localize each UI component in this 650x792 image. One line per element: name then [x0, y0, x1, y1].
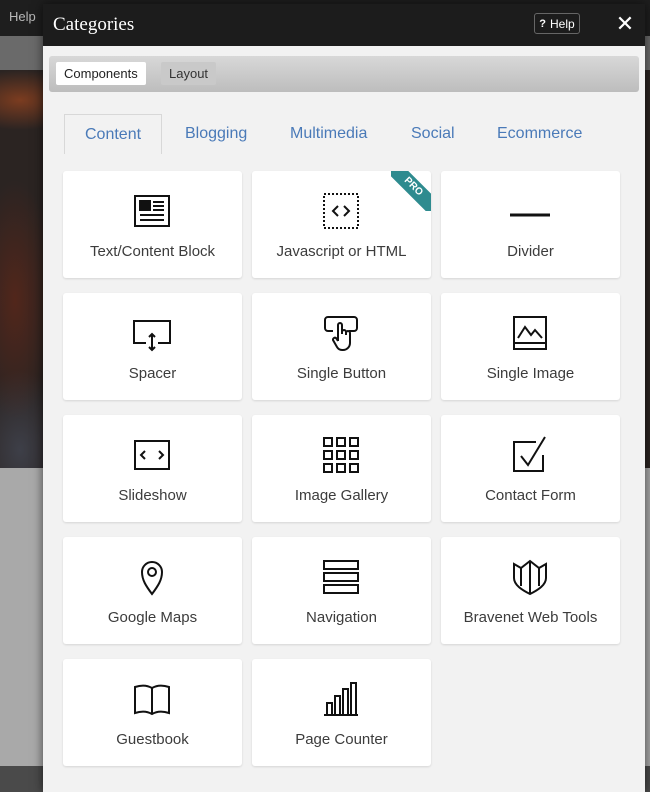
map-pin-icon [140, 561, 164, 596]
help-button-label: Help [550, 16, 575, 31]
component-contact-form[interactable]: Contact Form [441, 415, 620, 522]
tab-ecommerce[interactable]: Ecommerce [497, 114, 582, 154]
component-javascript-html[interactable]: PRO Javascript or HTML [252, 171, 431, 278]
component-label: Slideshow [118, 487, 187, 504]
image-icon [513, 316, 547, 350]
component-page-counter[interactable]: Page Counter [252, 659, 431, 766]
component-spacer[interactable]: Spacer [63, 293, 242, 400]
component-label: Image Gallery [294, 487, 389, 504]
button-icon [324, 316, 358, 351]
component-bravenet-web-tools[interactable]: Bravenet Web Tools [441, 537, 620, 644]
spacer-icon [133, 320, 171, 352]
component-google-maps[interactable]: Google Maps [63, 537, 242, 644]
component-label: Javascript or HTML [276, 243, 407, 260]
bar-chart-icon [324, 682, 358, 716]
category-tabs: Content Blogging Multimedia Social Ecomm… [63, 114, 623, 154]
component-label: Single Button [296, 365, 387, 382]
component-label: Contact Form [485, 487, 576, 504]
component-label: Bravenet Web Tools [463, 609, 598, 626]
book-icon [134, 684, 170, 716]
modal-title: Categories [53, 14, 135, 35]
background-help-link[interactable]: Help [9, 9, 36, 24]
slideshow-icon [134, 440, 170, 470]
tab-social[interactable]: Social [411, 114, 455, 154]
subtab-components[interactable]: Components [56, 62, 146, 85]
divider-icon [510, 213, 550, 217]
help-icon: ? [539, 17, 547, 30]
help-button[interactable]: ? Help [534, 13, 580, 34]
categories-modal: Categories ? Help ✕ Components Layout Co… [43, 4, 645, 792]
tab-content[interactable]: Content [64, 114, 162, 154]
shield-icon [513, 559, 547, 596]
subtab-layout[interactable]: Layout [161, 62, 217, 85]
text-block-icon [134, 195, 170, 227]
component-label: Text/Content Block [89, 243, 216, 260]
component-text-block[interactable]: Text/Content Block [63, 171, 242, 278]
component-label: Google Maps [107, 609, 198, 626]
component-navigation[interactable]: Navigation [252, 537, 431, 644]
component-divider[interactable]: Divider [441, 171, 620, 278]
component-single-button[interactable]: Single Button [252, 293, 431, 400]
pro-badge-label: PRO [391, 171, 431, 211]
component-label: Navigation [306, 609, 377, 626]
component-guestbook[interactable]: Guestbook [63, 659, 242, 766]
component-single-image[interactable]: Single Image [441, 293, 620, 400]
component-label: Page Counter [295, 731, 388, 748]
code-icon [323, 193, 359, 229]
navigation-icon [323, 560, 359, 594]
component-slideshow[interactable]: Slideshow [63, 415, 242, 522]
component-label: Single Image [486, 365, 575, 382]
component-label: Spacer [128, 365, 177, 382]
gallery-icon [323, 437, 359, 473]
subtab-bar: Components Layout [49, 56, 639, 92]
tab-blogging[interactable]: Blogging [185, 114, 247, 154]
component-image-gallery[interactable]: Image Gallery [252, 415, 431, 522]
tab-multimedia[interactable]: Multimedia [290, 114, 367, 154]
contact-form-icon [513, 436, 546, 472]
close-button[interactable]: ✕ [614, 12, 636, 36]
pro-badge: PRO [391, 171, 431, 211]
component-label: Divider [507, 243, 554, 260]
modal-header: Categories ? Help ✕ [43, 4, 645, 46]
component-label: Guestbook [116, 731, 189, 748]
